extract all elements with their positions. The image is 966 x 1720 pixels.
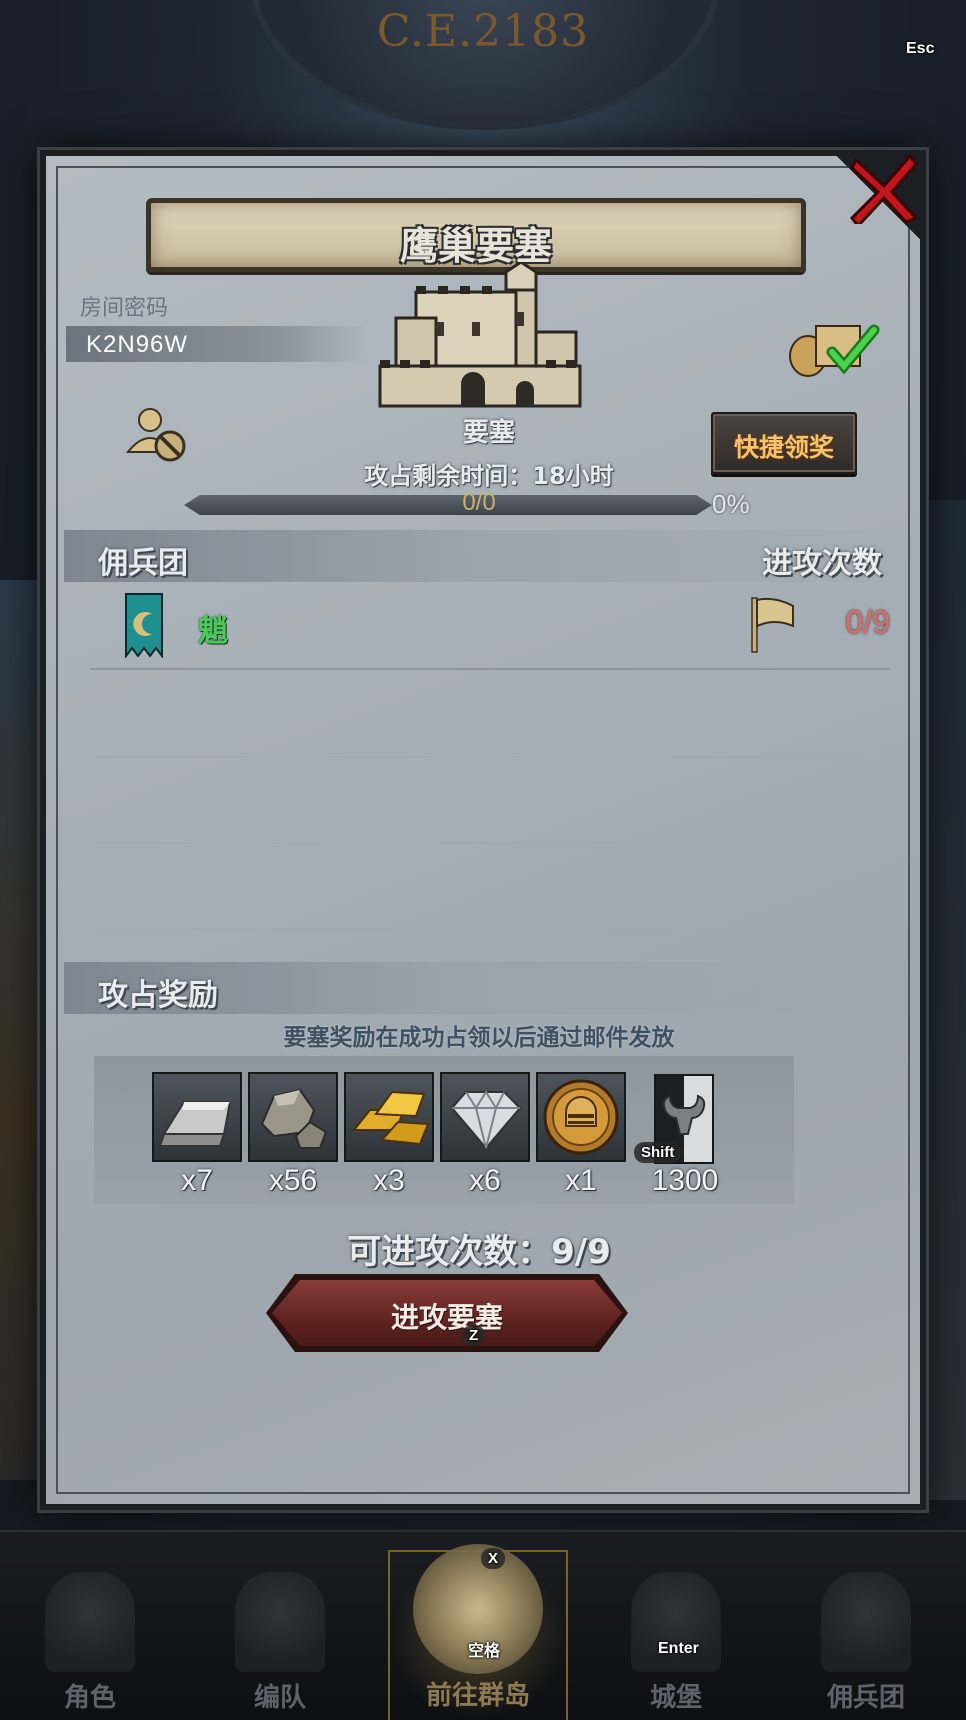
- key-hint-esc: Esc: [906, 40, 935, 57]
- nav-item-character[interactable]: 角色: [0, 1572, 180, 1720]
- empty-row-divider: [96, 756, 882, 758]
- attack-fortress-label: 进攻要塞: [390, 1301, 503, 1334]
- reward-mail-hint: 要塞奖励在成功占领以后通过邮件发放: [283, 1025, 675, 1051]
- gold-bars-icon: [351, 1090, 430, 1146]
- room-code-box[interactable]: K2N96W: [66, 326, 366, 362]
- key-hint-enter: Enter: [658, 1640, 699, 1657]
- rewards-section-title: 攻占奖励: [98, 978, 218, 1013]
- reward-slot[interactable]: [344, 1072, 434, 1162]
- knight-helmet-coin-icon: [543, 1079, 619, 1155]
- diamond-icon: [450, 1090, 522, 1150]
- empty-row-divider: [96, 928, 882, 930]
- reward-items-panel: x7 x56 x3 x6 x1 1300: [94, 1056, 794, 1204]
- fortress-dialog: 鹰巢要塞 房间密码 K2N96W 要塞 快捷领奖 攻占剩余时间：18小时 0/0…: [40, 150, 926, 1510]
- attack-available-count: 可进攻次数：9/9: [347, 1232, 611, 1272]
- mercenary-row[interactable]: 魈 0/9: [90, 584, 890, 670]
- helmet-icon: [235, 1572, 325, 1672]
- mercenary-section-title: 佣兵团: [98, 546, 188, 581]
- room-code-value: K2N96W: [86, 331, 189, 358]
- key-hint-z: Z: [462, 1325, 486, 1346]
- attack-fortress-button[interactable]: 进攻要塞: [272, 1280, 622, 1346]
- knight-icon: [45, 1572, 135, 1672]
- nav-item-formation[interactable]: 编队: [190, 1572, 370, 1720]
- attack-count-header: 进攻次数: [762, 546, 882, 581]
- background-right-edge: [926, 500, 966, 1500]
- reward-slot[interactable]: [440, 1072, 530, 1162]
- reward-qty: 1300: [651, 1164, 719, 1197]
- progress-count: 0/0: [462, 489, 496, 516]
- reward-slot[interactable]: [152, 1072, 242, 1162]
- room-code-label: 房间密码: [80, 296, 169, 321]
- reward-claimed-icon[interactable]: [786, 316, 886, 378]
- background-left-edge: [0, 580, 40, 1480]
- title-plate: 鹰巢要塞: [146, 198, 806, 272]
- nav-label: 佣兵团: [826, 1683, 905, 1713]
- key-hint-x: X: [481, 1548, 506, 1569]
- progress-percent: 0%: [712, 489, 750, 519]
- nav-item-archipelago[interactable]: 前往群岛: [388, 1544, 568, 1720]
- reward-slot[interactable]: [536, 1072, 626, 1162]
- nav-label: 编队: [253, 1683, 306, 1713]
- mercenary-attack-count: 0/9: [845, 604, 890, 640]
- castle-icon: [378, 262, 582, 408]
- close-icon[interactable]: [848, 150, 920, 224]
- reward-qty: x3: [373, 1164, 405, 1197]
- nav-label: 角色: [63, 1683, 116, 1713]
- empty-row-divider: [96, 842, 882, 844]
- era-label: C.E.2183: [376, 6, 590, 57]
- iron-ingot-icon: [158, 1101, 232, 1147]
- reward-qty: x6: [469, 1164, 501, 1197]
- reward-qty: x7: [181, 1164, 213, 1197]
- stone-ore-icon: [260, 1088, 328, 1149]
- key-hint-space: 空格: [468, 1643, 501, 1660]
- reward-slot[interactable]: [248, 1072, 338, 1162]
- nav-label: 前往群岛: [425, 1681, 530, 1711]
- rewards-section-header: 攻占奖励: [64, 962, 914, 1014]
- key-hint-shift: Shift: [634, 1142, 682, 1163]
- remaining-time-text: 攻占剩余时间：18小时: [364, 462, 614, 490]
- mercenary-nav-icon: [821, 1572, 911, 1672]
- reward-qty: x1: [565, 1164, 597, 1197]
- nav-item-mercenary[interactable]: 佣兵团: [776, 1572, 956, 1720]
- nav-label: 城堡: [649, 1683, 702, 1713]
- reward-qty: x56: [268, 1164, 318, 1197]
